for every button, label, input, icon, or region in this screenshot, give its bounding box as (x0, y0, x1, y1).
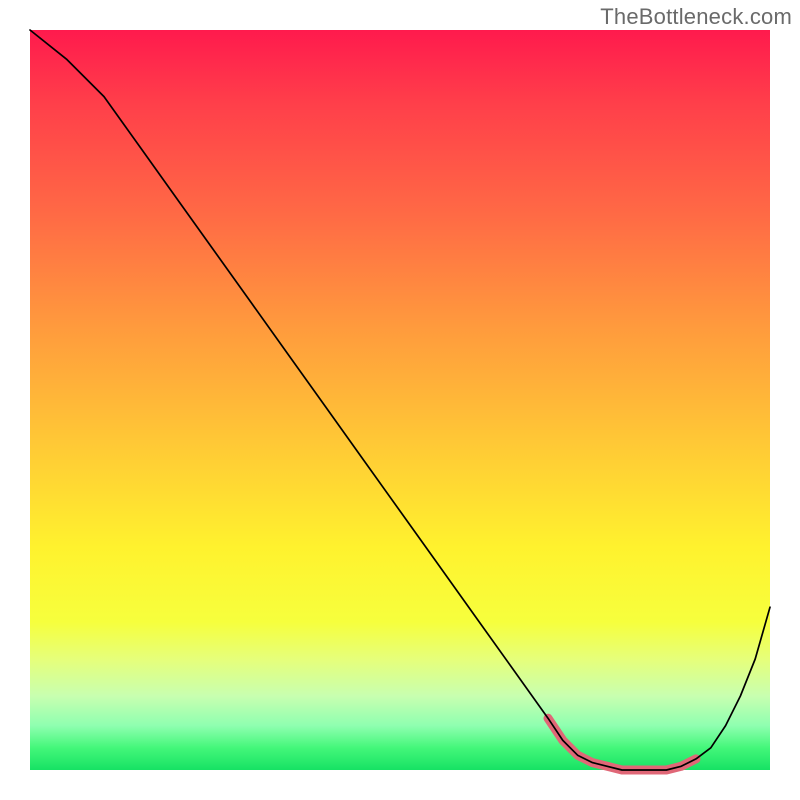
watermark-text: TheBottleneck.com (600, 4, 792, 30)
sweet-spot-marker-band (548, 718, 696, 770)
chart-container: TheBottleneck.com (0, 0, 800, 800)
bottleneck-curve-line (30, 30, 770, 770)
chart-svg (30, 30, 770, 770)
plot-gradient-background (30, 30, 770, 770)
